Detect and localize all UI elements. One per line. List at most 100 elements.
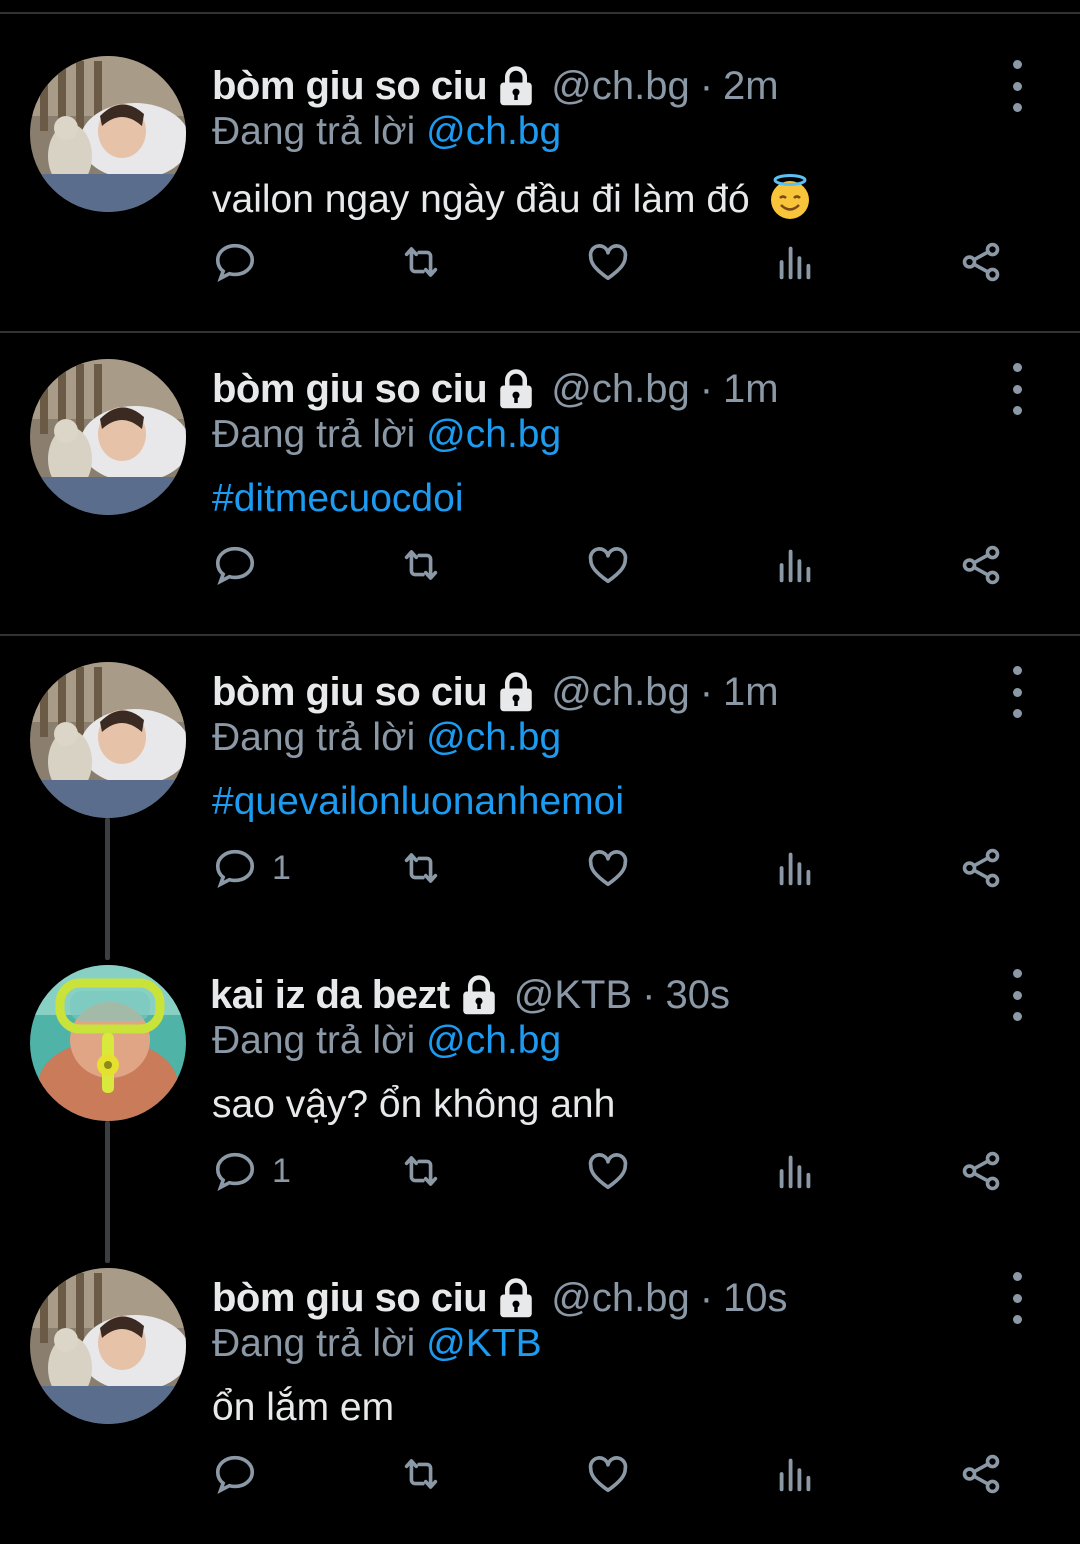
reply-mention[interactable]: @ch.bg xyxy=(426,110,561,153)
reply-button[interactable]: 1 xyxy=(212,838,291,898)
share-button[interactable] xyxy=(958,535,1004,595)
more-options-icon[interactable] xyxy=(1000,60,1034,112)
like-button[interactable] xyxy=(585,535,631,595)
reply-button[interactable] xyxy=(212,1444,272,1504)
timestamp[interactable]: 2m xyxy=(723,64,779,109)
share-icon xyxy=(962,1151,1000,1191)
more-options-icon[interactable] xyxy=(1000,1272,1034,1324)
share-button[interactable] xyxy=(958,1141,1004,1201)
hashtag-link[interactable]: #ditmecuocdoi xyxy=(212,477,463,520)
timestamp[interactable]: 1m xyxy=(723,670,779,715)
avatar[interactable] xyxy=(30,359,186,515)
views-icon xyxy=(779,549,811,583)
avatar[interactable] xyxy=(30,965,186,1121)
reply-mention[interactable]: @KTB xyxy=(426,1322,541,1365)
reply-mention[interactable]: @ch.bg xyxy=(426,1019,561,1062)
reply-button[interactable] xyxy=(212,535,272,595)
retweet-button[interactable] xyxy=(398,1141,444,1201)
like-icon xyxy=(588,850,628,887)
hashtag-link[interactable]: #quevailonluonanhemoi xyxy=(212,780,624,823)
display-name[interactable]: bòm giu so ciu xyxy=(212,1276,488,1321)
more-options-icon[interactable] xyxy=(1000,666,1034,718)
reply-mention[interactable]: @ch.bg xyxy=(426,413,561,456)
like-button[interactable] xyxy=(585,1141,631,1201)
tweet-actions xyxy=(0,535,1080,595)
tweet-header: bòm giu so ciu @ch.bg · 10s xyxy=(212,1268,788,1328)
timestamp[interactable]: 10s xyxy=(723,1276,788,1321)
reply-icon xyxy=(215,546,255,586)
share-icon xyxy=(962,545,1000,585)
reply-prefix: Đang trả lời xyxy=(212,1322,416,1365)
tweet-divider xyxy=(0,331,1080,333)
reply-icon xyxy=(215,243,255,283)
share-button[interactable] xyxy=(958,232,1004,292)
protected-lock-icon xyxy=(500,66,532,106)
reply-prefix: Đang trả lời xyxy=(212,110,416,153)
handle[interactable]: @ch.bg xyxy=(551,64,689,109)
share-button[interactable] xyxy=(958,1444,1004,1504)
views-button[interactable] xyxy=(772,232,818,292)
display-name[interactable]: bòm giu so ciu xyxy=(212,367,488,412)
reply-mention[interactable]: @ch.bg xyxy=(426,716,561,759)
tweet-text: #ditmecuocdoi xyxy=(212,477,463,521)
avatar[interactable] xyxy=(30,56,186,212)
views-button[interactable] xyxy=(772,1141,818,1201)
reply-icon xyxy=(215,849,255,889)
tweet-thread: bòm giu so ciu @ch.bg · 2m Đang trả lời … xyxy=(0,0,1080,1544)
protected-lock-icon xyxy=(500,1278,532,1318)
replying-to: Đang trả lời @ch.bg xyxy=(212,110,561,154)
separator-dot: · xyxy=(699,1275,714,1320)
protected-lock-icon xyxy=(500,672,532,712)
views-button[interactable] xyxy=(772,1444,818,1504)
display-name[interactable]: kai iz da bezt xyxy=(210,973,450,1018)
like-button[interactable] xyxy=(585,838,631,898)
retweet-icon xyxy=(404,550,438,580)
retweet-icon xyxy=(404,1459,438,1489)
like-button[interactable] xyxy=(585,232,631,292)
views-icon xyxy=(779,246,811,280)
reply-button[interactable] xyxy=(212,232,272,292)
handle[interactable]: @ch.bg xyxy=(551,1276,689,1321)
retweet-button[interactable] xyxy=(398,1444,444,1504)
tweet-text-content: ổn lắm em xyxy=(212,1386,395,1429)
retweet-button[interactable] xyxy=(398,232,444,292)
tweet-text: ổn lắm em xyxy=(212,1386,394,1430)
display-name[interactable]: bòm giu so ciu xyxy=(212,64,488,109)
retweet-icon xyxy=(404,247,438,277)
replying-to: Đang trả lời @ch.bg xyxy=(212,1019,561,1063)
reply-icon xyxy=(215,1455,255,1495)
like-icon xyxy=(588,1456,628,1493)
reply-count: 1 xyxy=(272,848,291,887)
more-options-icon[interactable] xyxy=(1000,363,1034,415)
views-button[interactable] xyxy=(772,838,818,898)
replying-to: Đang trả lời @ch.bg xyxy=(212,716,561,760)
top-divider xyxy=(0,12,1080,14)
like-button[interactable] xyxy=(585,1444,631,1504)
retweet-button[interactable] xyxy=(398,535,444,595)
tweet-header: bòm giu so ciu @ch.bg · 2m xyxy=(212,56,779,116)
avatar[interactable] xyxy=(30,1268,186,1424)
views-button[interactable] xyxy=(772,535,818,595)
display-name[interactable]: bòm giu so ciu xyxy=(212,670,488,715)
tweet-text: sao vậy? ổn không anh xyxy=(212,1083,615,1127)
reply-button[interactable]: 1 xyxy=(212,1141,291,1201)
tweet-text-content: sao vậy? ổn không anh xyxy=(212,1083,616,1126)
retweet-button[interactable] xyxy=(398,838,444,898)
smiling-face-with-halo-emoji xyxy=(770,174,809,219)
tweet-header: kai iz da bezt @KTB · 30s xyxy=(210,965,730,1025)
protected-lock-icon xyxy=(500,369,532,409)
share-button[interactable] xyxy=(958,838,1004,898)
avatar[interactable] xyxy=(30,662,186,818)
handle[interactable]: @ch.bg xyxy=(551,670,689,715)
tweet-header: bòm giu so ciu @ch.bg · 1m xyxy=(212,662,779,722)
tweet-actions xyxy=(0,232,1080,292)
handle[interactable]: @KTB xyxy=(514,973,632,1018)
share-icon xyxy=(962,848,1000,888)
separator-dot: · xyxy=(699,669,714,714)
tweet-header: bòm giu so ciu @ch.bg · 1m xyxy=(212,359,779,419)
timestamp[interactable]: 1m xyxy=(723,367,779,412)
reply-prefix: Đang trả lời xyxy=(212,413,416,456)
more-options-icon[interactable] xyxy=(1000,969,1034,1021)
handle[interactable]: @ch.bg xyxy=(551,367,689,412)
timestamp[interactable]: 30s xyxy=(665,973,730,1018)
